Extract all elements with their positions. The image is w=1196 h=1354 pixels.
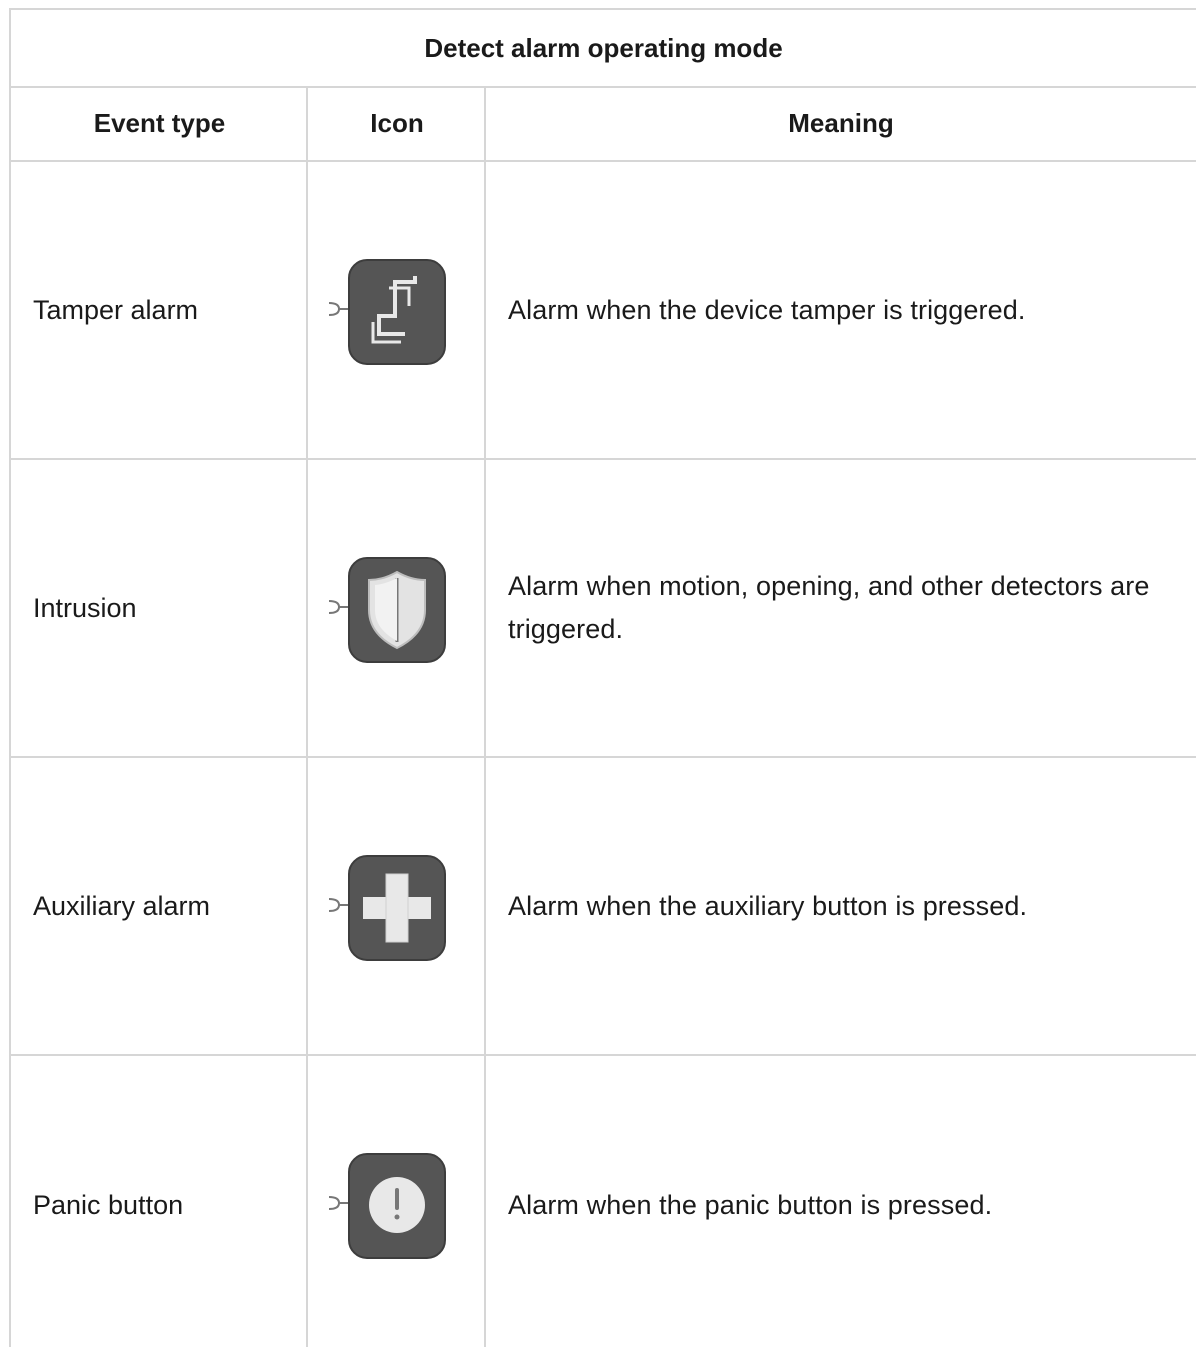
column-divider <box>306 86 308 1347</box>
meaning-cell: Alarm when the device tamper is triggere… <box>508 294 1026 325</box>
header-event-type: Event type <box>11 86 308 162</box>
header-meaning: Meaning <box>486 86 1196 162</box>
tamper-icon <box>329 258 447 366</box>
meaning-cell: Alarm when the auxiliary button is press… <box>508 890 1028 921</box>
plus-icon <box>329 854 447 962</box>
table-row: Panic button Alarm when the panic button… <box>11 1056 1196 1354</box>
shield-icon <box>329 556 447 664</box>
event-type-cell: Panic button <box>33 1189 184 1220</box>
header-icon: Icon <box>308 86 486 162</box>
column-divider <box>484 86 486 1347</box>
table-title: Detect alarm operating mode <box>11 10 1196 88</box>
meaning-cell: Alarm when motion, opening, and other de… <box>508 571 1150 644</box>
exclamation-icon <box>329 1152 447 1260</box>
event-type-cell: Tamper alarm <box>33 294 199 325</box>
table-row: Tamper alarm Alarm when the device tampe… <box>11 162 1196 460</box>
table-row: Intrusion Alarm when motion, opening, an… <box>11 460 1196 758</box>
meaning-cell: Alarm when the panic button is pressed. <box>508 1189 993 1220</box>
event-type-cell: Intrusion <box>33 592 137 623</box>
event-type-cell: Auxiliary alarm <box>33 890 211 921</box>
alarm-mode-table: Detect alarm operating mode Event type I… <box>9 8 1196 1347</box>
table-row: Auxiliary alarm Alarm when the auxiliary… <box>11 758 1196 1056</box>
